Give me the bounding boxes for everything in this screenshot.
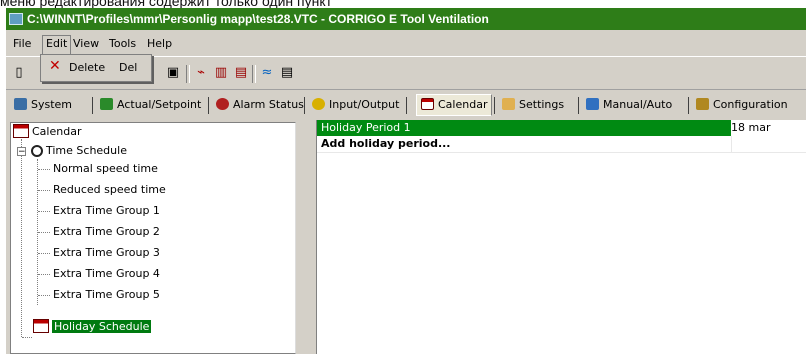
tab-separator [578,97,579,114]
tab-separator [208,97,209,114]
tree-node-extra-group-1[interactable]: Extra Time Group 1 [53,202,160,220]
window-title: C:\WINNT\Profiles\mmr\Personlig mapp\tes… [27,12,489,26]
pane-splitter[interactable] [296,118,316,354]
menu-view[interactable]: View [70,36,102,52]
system-icon [14,98,27,110]
page-caption: меню редактирования содержит только один… [0,0,806,8]
menu-file[interactable]: File [10,36,34,52]
manual-auto-icon [586,98,599,110]
menu-help[interactable]: Help [144,36,175,52]
tree-line [38,253,50,254]
menu-edit[interactable]: Edit [42,35,72,55]
tab-system[interactable]: System [14,95,72,115]
tab-calendar[interactable]: Calendar [416,94,493,116]
toolbar-separator [252,65,256,83]
tree-node-extra-group-5[interactable]: Extra Time Group 5 [53,286,160,304]
upload-icon[interactable]: ▤ [234,65,248,81]
tree-line [22,337,32,338]
device-icon[interactable]: ▥ [214,65,228,81]
configuration-icon [696,98,709,110]
tab-separator [406,97,407,114]
tree-node-normal-speed[interactable]: Normal speed time [53,160,158,178]
delete-shortcut: Del [119,61,138,74]
tree-line [38,232,50,233]
tree-line [38,274,50,275]
save-icon[interactable]: ▣ [166,65,180,81]
calendar-icon [421,98,434,110]
tree-line [38,190,50,191]
edit-dropdown-menu: ✕ Delete Del [40,54,152,82]
tab-actual-setpoint[interactable]: Actual/Setpoint [100,95,201,115]
app-icon [9,13,23,25]
tree-line [38,295,50,296]
menu-bar: File Edit View Tools Help [6,32,806,56]
tab-input-output[interactable]: Input/Output [312,95,399,115]
new-file-icon[interactable]: ▯ [12,65,26,81]
holiday-calendar-icon [33,319,49,333]
settings-icon [502,98,515,110]
alarm-icon [216,98,229,110]
window-icon[interactable]: ▤ [280,65,294,81]
setpoint-icon [100,98,113,110]
tree-node-extra-group-2[interactable]: Extra Time Group 2 [53,223,160,241]
holiday-period-name: Holiday Period 1 [321,121,411,134]
tab-settings[interactable]: Settings [502,95,564,115]
tree-line [38,169,50,170]
add-holiday-row[interactable]: Add holiday period... [317,136,806,153]
holiday-period-value[interactable]: 18 mar [731,120,806,136]
calendar-icon [13,124,29,138]
tab-strip: System Actual/Setpoint Alarm Status Inpu… [6,92,806,118]
tab-separator [304,97,305,114]
add-holiday-value[interactable] [731,136,806,152]
tab-configuration[interactable]: Configuration [696,95,788,115]
tree-line [21,139,22,337]
tab-separator [92,97,93,114]
tree-node-reduced-speed[interactable]: Reduced speed time [53,181,166,199]
calendar-tree: Calendar − Time Schedule Normal speed ti… [10,122,296,354]
menu-tools[interactable]: Tools [106,36,139,52]
delete-x-icon: ✕ [49,58,61,74]
tree-node-time-schedule[interactable]: Time Schedule [31,142,127,160]
toolbar-separator [186,65,190,83]
tree-line [38,211,50,212]
add-holiday-label: Add holiday period... [321,137,451,150]
tab-manual-auto[interactable]: Manual/Auto [586,95,672,115]
connect-icon[interactable]: ⌁ [194,65,208,81]
tab-alarm-status[interactable]: Alarm Status [216,95,304,115]
tree-node-extra-group-3[interactable]: Extra Time Group 3 [53,244,160,262]
wave-icon[interactable]: ≈ [260,65,274,81]
tree-node-extra-group-4[interactable]: Extra Time Group 4 [53,265,160,283]
menu-item-delete[interactable]: Delete [69,61,105,74]
input-output-icon [312,98,325,110]
collapse-toggle[interactable]: − [17,147,26,157]
tree-node-holiday-schedule[interactable]: Holiday Schedule [33,318,152,336]
window-title-bar: C:\WINNT\Profiles\mmr\Personlig mapp\tes… [6,8,806,30]
clock-icon [31,145,43,157]
tab-separator [494,97,495,114]
tab-separator [688,97,689,114]
table-row[interactable]: Holiday Period 1 18 mar [317,120,806,136]
tree-node-calendar[interactable]: Calendar [13,123,81,141]
holiday-grid: Holiday Period 1 18 mar Add holiday peri… [316,120,806,354]
